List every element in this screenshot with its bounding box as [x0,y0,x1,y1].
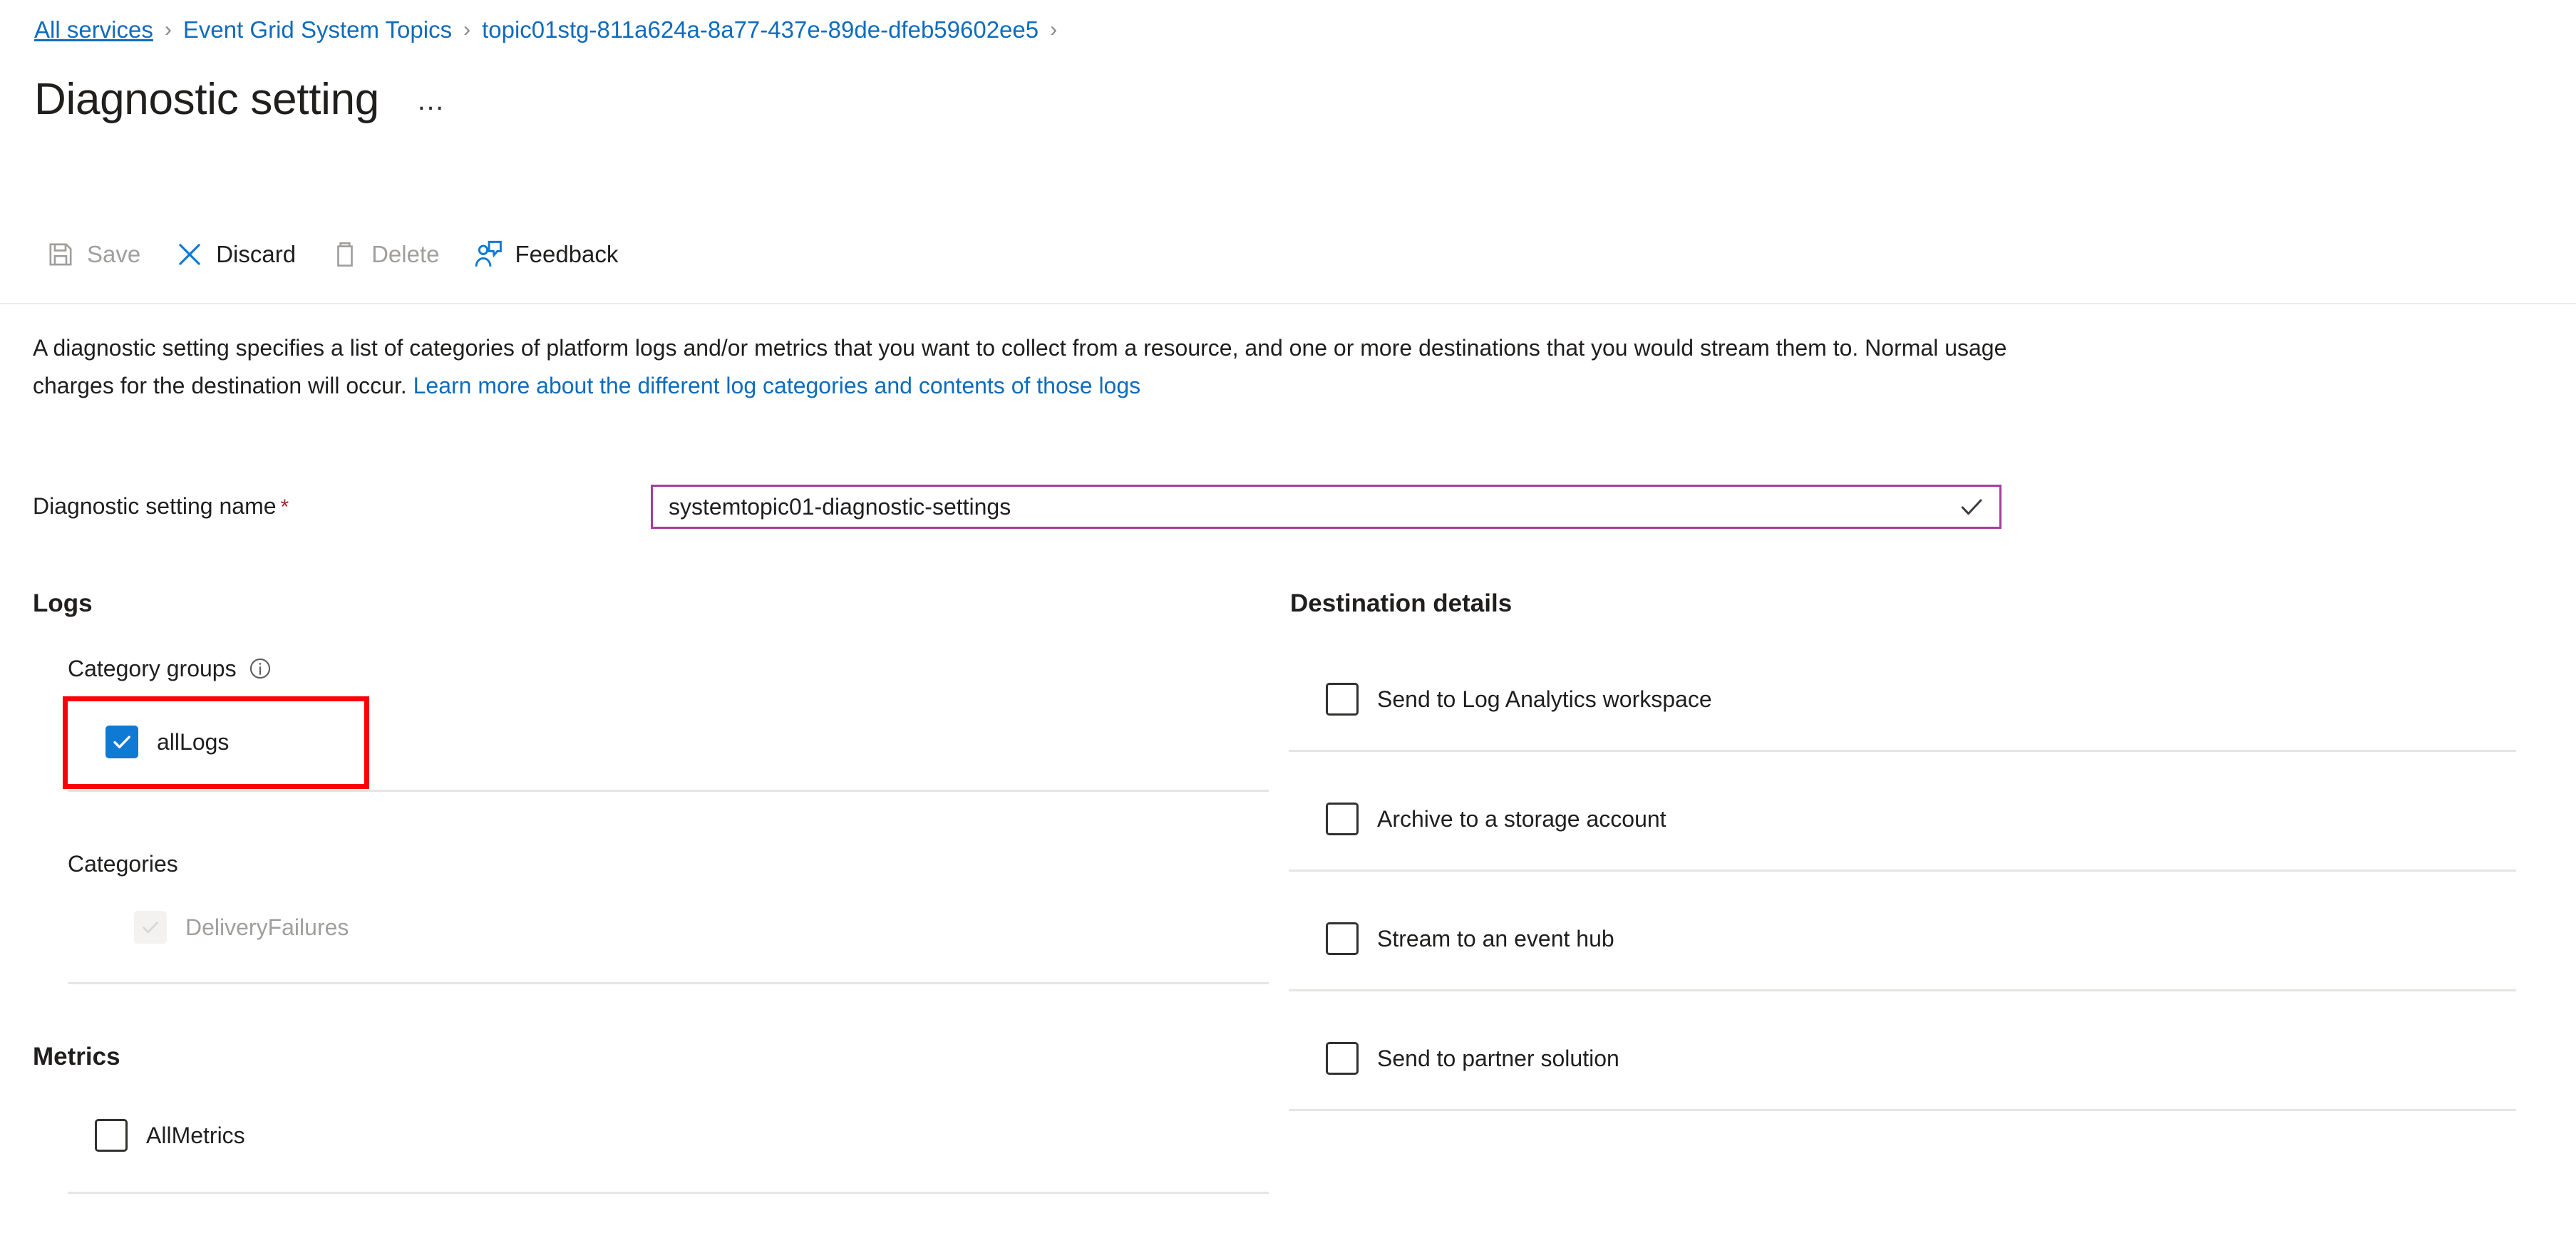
description-text: A diagnostic setting specifies a list of… [33,329,2029,405]
breadcrumb-separator-icon: › [1050,18,1058,41]
logs-heading: Logs [33,589,93,617]
allmetrics-checkbox[interactable] [95,1119,128,1152]
breadcrumb-item-event-grid-system-topics[interactable]: Event Grid System Topics [183,16,452,44]
feedback-button[interactable]: Feedback [472,229,618,279]
discard-label: Discard [216,241,297,267]
breadcrumb-separator-icon: › [164,18,172,41]
alllogs-label: allLogs [157,729,230,755]
allmetrics-checkbox-row[interactable]: AllMetrics [95,1119,245,1152]
delete-label: Delete [371,241,440,267]
save-button[interactable]: Save [44,229,140,279]
destination-details-heading: Destination details [1290,589,1513,617]
send-to-partner-solution-checkbox-row[interactable]: Send to partner solution [1326,1042,1619,1075]
stream-to-event-hub-checkbox-row[interactable]: Stream to an event hub [1326,922,1614,955]
destination-divider-1 [1289,750,2516,752]
name-label-text: Diagnostic setting name [33,493,277,519]
checkmark-icon [1955,490,1988,523]
deliveryfailures-label: DeliveryFailures [185,914,349,940]
archive-to-storage-label: Archive to a storage account [1377,806,1666,832]
archive-to-storage-checkbox-row[interactable]: Archive to a storage account [1326,803,1666,835]
archive-to-storage-checkbox[interactable] [1326,803,1359,835]
delete-icon [329,238,361,271]
category-groups-text: Category groups [68,656,237,681]
feedback-icon [472,238,505,271]
save-label: Save [87,241,141,267]
metrics-heading: Metrics [33,1043,120,1071]
logs-divider-2 [68,982,1269,984]
learn-more-link[interactable]: Learn more about the different log categ… [413,373,1141,398]
send-to-log-analytics-checkbox[interactable] [1326,683,1359,716]
logs-divider-1 [68,790,1269,792]
stream-to-event-hub-checkbox[interactable] [1326,922,1359,955]
page-title: Diagnostic setting [34,75,379,124]
delete-button[interactable]: Delete [329,229,439,279]
breadcrumb-item-topic[interactable]: topic01stg-811a624a-8a77-437e-89de-dfeb5… [482,16,1039,44]
diagnostic-setting-name-input[interactable] [669,492,1955,521]
breadcrumb-separator-icon: › [463,18,471,41]
send-to-partner-solution-label: Send to partner solution [1377,1046,1619,1071]
allmetrics-label: AllMetrics [146,1123,245,1148]
command-bar: Save Discard Delete Feedback [44,229,651,279]
alllogs-checkbox[interactable] [105,726,138,758]
destination-divider-3 [1289,989,2516,991]
destination-divider-2 [1289,870,2516,872]
diagnostic-setting-name-label: Diagnostic setting name * [33,492,289,522]
discard-icon [173,238,206,271]
deliveryfailures-checkbox-row: DeliveryFailures [134,911,349,944]
send-to-log-analytics-checkbox-row[interactable]: Send to Log Analytics workspace [1326,683,1712,716]
feedback-label: Feedback [515,241,619,267]
discard-button[interactable]: Discard [173,229,296,279]
category-groups-label: Category groups [68,654,272,683]
breadcrumb: All services › Event Grid System Topics … [34,16,1068,44]
breadcrumb-item-all-services[interactable]: All services [34,16,153,44]
deliveryfailures-checkbox [134,911,167,944]
destination-divider-4 [1289,1109,2516,1111]
stream-to-event-hub-label: Stream to an event hub [1377,926,1614,951]
save-icon [44,238,77,271]
send-to-partner-solution-checkbox[interactable] [1326,1042,1359,1075]
categories-label: Categories [68,851,178,877]
send-to-log-analytics-label: Send to Log Analytics workspace [1377,686,1712,712]
alllogs-checkbox-row[interactable]: allLogs [105,726,229,758]
info-icon[interactable] [248,656,272,681]
more-options-button[interactable]: … [416,85,447,117]
metrics-divider [68,1192,1269,1194]
required-marker: * [280,495,289,519]
page-header: Diagnostic setting … [34,75,447,125]
diagnostic-setting-name-field[interactable] [651,485,2001,529]
command-bar-divider [0,303,2576,304]
